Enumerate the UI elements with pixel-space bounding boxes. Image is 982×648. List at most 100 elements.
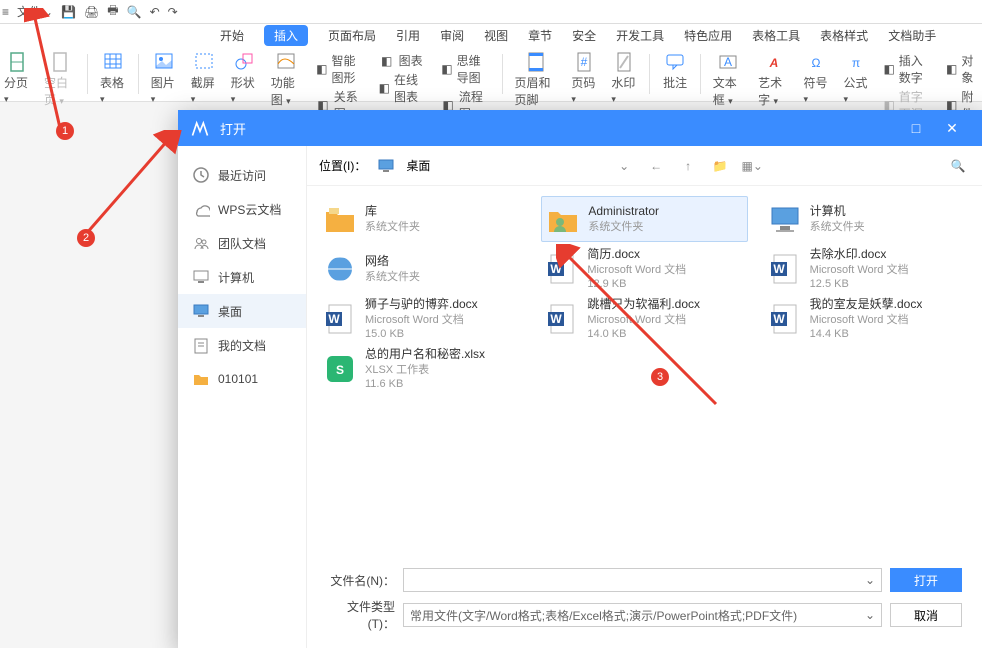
ribbon-pagenum[interactable]: #页码 ▾ bbox=[567, 50, 601, 105]
cancel-button[interactable]: 取消 bbox=[890, 603, 962, 627]
tab-表格样式[interactable]: 表格样式 bbox=[820, 27, 868, 44]
ribbon-object[interactable]: ◧对象 bbox=[946, 52, 978, 86]
dialog-bottom: 文件名(N)： ⌄ 打开 文件类型(T)： 常用文件(文字/Word格式;表格/… bbox=[307, 556, 982, 648]
file-name: 我的室友是妖孽.docx bbox=[810, 297, 923, 313]
file-item[interactable]: 库系统文件夹 bbox=[319, 196, 525, 242]
undo-icon[interactable]: ↶ bbox=[150, 5, 160, 19]
sidebar-item-label: 010101 bbox=[218, 372, 258, 386]
tab-插入[interactable]: 插入 bbox=[264, 25, 308, 46]
newfolder-button[interactable]: 📁 bbox=[708, 154, 732, 178]
file-item[interactable]: Administrator系统文件夹 bbox=[541, 196, 747, 242]
file-dropdown[interactable]: 文件 ⌄ bbox=[17, 3, 53, 20]
print-icon[interactable]: 🖶 bbox=[107, 1, 118, 22]
file-item[interactable]: W去除水印.docxMicrosoft Word 文档12.5 KB bbox=[764, 246, 970, 292]
ribbon: 分页 ▾空白页 ▾表格 ▾图片 ▾截屏 ▾形状 ▾功能图 ▾◧智能图形◧关系图◧… bbox=[0, 46, 982, 102]
ribbon-comment[interactable]: 批注 bbox=[658, 50, 692, 91]
ribbon-watermark[interactable]: 水印 ▾ bbox=[607, 50, 641, 105]
svg-text:W: W bbox=[551, 262, 563, 276]
maximize-button[interactable]: □ bbox=[898, 120, 934, 136]
ribbon-chart[interactable]: ◧图表 bbox=[379, 52, 428, 69]
tab-开始[interactable]: 开始 bbox=[220, 27, 244, 44]
back-button[interactable]: ← bbox=[644, 154, 668, 178]
tab-引用[interactable]: 引用 bbox=[396, 27, 420, 44]
file-meta: 系统文件夹 bbox=[365, 270, 420, 284]
file-item[interactable]: W狮子与驴的博弈.docxMicrosoft Word 文档15.0 KB bbox=[319, 296, 525, 342]
sidebar-item-label: 最近访问 bbox=[218, 167, 266, 184]
file-item[interactable]: W简历.docxMicrosoft Word 文档12.9 KB bbox=[541, 246, 747, 292]
sidebar-item-computer[interactable]: 计算机 bbox=[178, 260, 306, 294]
ribbon-functionchart[interactable]: 功能图 ▾ bbox=[267, 50, 306, 108]
ribbon-table[interactable]: 表格 ▾ bbox=[96, 50, 130, 105]
sidebar-item-folder010101[interactable]: 010101 bbox=[178, 362, 306, 396]
ribbon-onlinechart[interactable]: ◧在线图表 bbox=[379, 71, 428, 105]
file-meta: 系统文件夹 bbox=[810, 220, 865, 234]
picture-icon bbox=[151, 50, 177, 72]
search-button[interactable]: 🔍 bbox=[946, 154, 970, 178]
ribbon-wordart[interactable]: A艺术字 ▾ bbox=[754, 50, 793, 108]
tab-视图[interactable]: 视图 bbox=[484, 27, 508, 44]
filename-input[interactable]: ⌄ bbox=[403, 568, 882, 592]
svg-text:A: A bbox=[768, 56, 778, 70]
tab-开发工具[interactable]: 开发工具 bbox=[616, 27, 664, 44]
table-icon bbox=[100, 50, 126, 72]
ribbon-smart[interactable]: ◧智能图形 bbox=[316, 52, 365, 86]
search-icon[interactable]: 🔍 bbox=[127, 5, 142, 19]
tab-文档助手[interactable]: 文档助手 bbox=[888, 27, 936, 44]
tab-页面布局[interactable]: 页面布局 bbox=[328, 27, 376, 44]
file-item[interactable]: 网络系统文件夹 bbox=[319, 246, 525, 292]
ribbon-textbox[interactable]: A文本框 ▾ bbox=[709, 50, 748, 108]
file-item[interactable]: 计算机系统文件夹 bbox=[764, 196, 970, 242]
watermark-icon bbox=[611, 50, 637, 72]
up-button[interactable]: ↑ bbox=[676, 154, 700, 178]
file-icon: W bbox=[545, 252, 579, 286]
annotation-marker-1: 1 bbox=[56, 122, 74, 140]
print-preview-icon[interactable]: 🖨 bbox=[84, 5, 99, 19]
close-button[interactable]: ✕ bbox=[934, 120, 970, 137]
svg-text:π: π bbox=[852, 56, 860, 70]
file-item[interactable]: W跳槽只为软福利.docxMicrosoft Word 文档14.0 KB bbox=[541, 296, 747, 342]
ribbon-blank[interactable]: 空白页 ▾ bbox=[40, 50, 79, 108]
sidebar-item-recent[interactable]: 最近访问 bbox=[178, 158, 306, 192]
sidebar-item-wpscloud[interactable]: WPS云文档 bbox=[178, 192, 306, 226]
ribbon-tabs: 开始 插入 页面布局 引用 审阅 视图 章节 安全 开发工具 特色应用 表格工具 表格样式 文档助手 bbox=[0, 24, 982, 46]
desktop-icon bbox=[374, 154, 398, 178]
sidebar-item-team[interactable]: 团队文档 bbox=[178, 226, 306, 260]
filetype-select[interactable]: 常用文件(文字/Word格式;表格/Excel格式;演示/PowerPoint格… bbox=[403, 603, 882, 627]
location-dropdown[interactable]: ⌄ bbox=[612, 154, 636, 178]
tab-章节[interactable]: 章节 bbox=[528, 27, 552, 44]
sidebar-item-label: 团队文档 bbox=[218, 235, 266, 252]
tab-表格工具[interactable]: 表格工具 bbox=[752, 27, 800, 44]
ribbon-equation[interactable]: π公式 ▾ bbox=[839, 50, 873, 105]
sidebar-item-label: WPS云文档 bbox=[218, 201, 281, 218]
dialog-title: 打开 bbox=[220, 119, 898, 138]
desktop-icon bbox=[192, 302, 210, 320]
annotation-marker-2: 2 bbox=[77, 229, 95, 247]
view-button[interactable]: ▦ ⌄ bbox=[740, 154, 764, 178]
file-name: 计算机 bbox=[810, 204, 865, 220]
sidebar-item-desktop[interactable]: 桌面 bbox=[178, 294, 306, 328]
sidebar-item-mydocs[interactable]: 我的文档 bbox=[178, 328, 306, 362]
ribbon-mindmap[interactable]: ◧思维导图 bbox=[441, 52, 490, 86]
svg-text:W: W bbox=[551, 312, 563, 326]
open-button[interactable]: 打开 bbox=[890, 568, 962, 592]
file-item[interactable]: W我的室友是妖孽.docxMicrosoft Word 文档14.4 KB bbox=[764, 296, 970, 342]
ribbon-insertnum[interactable]: ◧插入数字 bbox=[883, 52, 932, 86]
tab-特色应用[interactable]: 特色应用 bbox=[684, 27, 732, 44]
ribbon-symbol[interactable]: Ω符号 ▾ bbox=[799, 50, 833, 105]
recent-icon bbox=[192, 166, 210, 184]
redo-icon[interactable]: ↷ bbox=[168, 5, 178, 19]
save-icon[interactable]: 💾 bbox=[61, 5, 76, 19]
functionchart-icon bbox=[273, 50, 299, 72]
file-item[interactable]: S总的用户名和秘密.xlsxXLSX 工作表11.6 KB bbox=[319, 346, 525, 392]
ribbon-page[interactable]: 分页 ▾ bbox=[0, 50, 34, 105]
ribbon-picture[interactable]: 图片 ▾ bbox=[147, 50, 181, 105]
ribbon-screenshot[interactable]: 截屏 ▾ bbox=[187, 50, 221, 105]
file-name: 狮子与驴的博弈.docx bbox=[365, 297, 478, 313]
filename-label: 文件名(N)： bbox=[327, 572, 395, 589]
tab-审阅[interactable]: 审阅 bbox=[440, 27, 464, 44]
ribbon-shapes[interactable]: 形状 ▾ bbox=[227, 50, 261, 105]
menu-icon[interactable]: ≡ bbox=[2, 5, 9, 19]
tab-安全[interactable]: 安全 bbox=[572, 27, 596, 44]
ribbon-headerfooter[interactable]: 页眉和页脚 bbox=[511, 50, 562, 108]
file-name: 网络 bbox=[365, 254, 420, 270]
